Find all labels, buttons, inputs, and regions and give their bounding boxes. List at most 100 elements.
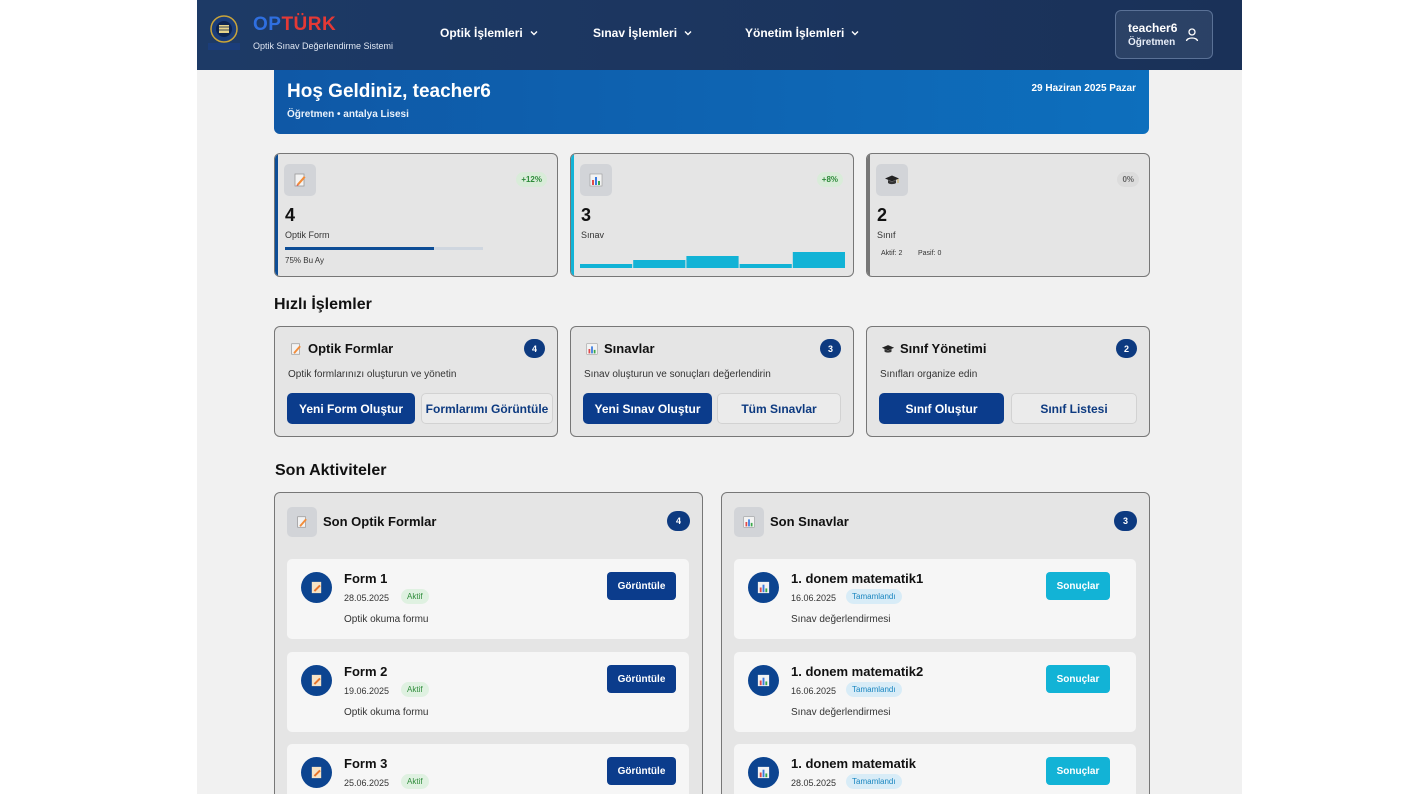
quick-card-title-text: Sınıf Yönetimi [900, 341, 987, 356]
graduation-cap-icon [876, 164, 908, 196]
pencil-form-icon [291, 342, 301, 355]
quick-card-desc: Optik formlarınızı oluşturun ve yönetin [288, 369, 457, 380]
nav-sinav-islemleri[interactable]: Sınav İşlemleri [593, 26, 693, 40]
pencil-form-icon [287, 507, 317, 537]
user-menu-button[interactable]: teacher6 Öğretmen [1115, 10, 1213, 59]
mini-bar [580, 264, 633, 268]
class-list-button[interactable]: Sınıf Listesi [1011, 393, 1137, 424]
progress-label: 75% Bu Ay [285, 256, 324, 265]
status-badge: Tamamlandı [846, 682, 902, 697]
item-name: Form 2 [344, 664, 388, 679]
list-item: Form 1 28.05.2025 Aktif Optik okuma form… [287, 559, 689, 639]
user-icon [1185, 28, 1199, 42]
quick-card-title-text: Sınavlar [604, 341, 655, 356]
logo-turk-text: TÜRK [281, 14, 337, 35]
quick-card-desc: Sınav oluşturun ve sonuçları değerlendir… [584, 369, 771, 380]
results-button[interactable]: Sonuçlar [1046, 665, 1110, 693]
app-shell: OPTÜRK Optik Sınav Değerlendirme Sistemi… [197, 0, 1242, 794]
item-desc: Sınav değerlendirmesi [791, 707, 891, 718]
progress-bar [285, 247, 483, 250]
item-date: 25.06.2025 [344, 778, 390, 788]
current-date: 29 Haziran 2025 Pazar [1031, 83, 1136, 94]
mini-bar [686, 256, 739, 268]
list-item: Form 3 25.06.2025 Aktif Görüntüle [287, 744, 689, 794]
item-date: 16.06.2025 [791, 686, 837, 696]
user-role: Öğretmen [1128, 37, 1176, 48]
new-form-button[interactable]: Yeni Form Oluştur [287, 393, 415, 424]
active-count: Aktif: 2 [881, 250, 903, 257]
bar-chart-icon [748, 665, 779, 696]
count-badge: 4 [524, 339, 545, 358]
nav-optik-islemleri[interactable]: Optik İşlemleri [440, 26, 539, 40]
count-badge: 3 [820, 339, 841, 358]
results-button[interactable]: Sonuçlar [1046, 572, 1110, 600]
view-form-button[interactable]: Görüntüle [607, 757, 676, 785]
results-button[interactable]: Sonuçlar [1046, 757, 1110, 785]
stat-label: Sınav [581, 230, 605, 240]
quick-card-optik-formlar: Optik Formlar 4 Optik formlarınızı oluşt… [274, 326, 558, 437]
top-navbar: OPTÜRK Optik Sınav Değerlendirme Sistemi… [197, 0, 1242, 70]
recent-forms-panel: Son Optik Formlar 4 Form 1 28.05.2025 Ak… [274, 492, 703, 794]
user-name: teacher6 [1128, 21, 1178, 35]
nav-label: Yönetim İşlemleri [745, 26, 845, 40]
welcome-subtitle: Öğretmen • antalya Lisesi [287, 109, 409, 120]
form-document-icon [301, 665, 332, 696]
chevron-down-icon [851, 31, 859, 36]
item-name: 1. donem matematik2 [791, 664, 924, 679]
quick-card-desc: Sınıfları organize edin [880, 369, 978, 380]
status-badge: Tamamlandı [846, 774, 902, 789]
graduation-cap-icon [881, 344, 895, 353]
logo-subtitle: Optik Sınav Değerlendirme Sistemi [253, 41, 394, 51]
card-accent [867, 154, 870, 276]
status-badge: Aktif [401, 774, 429, 789]
stat-value: 2 [877, 205, 888, 225]
card-accent [275, 154, 278, 276]
welcome-title: Hoş Geldiniz, teacher6 [287, 81, 491, 102]
nav-label: Optik İşlemleri [440, 26, 523, 40]
passive-count: Pasif: 0 [918, 250, 942, 257]
stat-label: Optik Form [285, 230, 330, 240]
stat-label: Sınıf [877, 230, 896, 240]
bar-chart-icon [748, 572, 779, 603]
view-forms-button[interactable]: Formlarımı Görüntüle [421, 393, 553, 424]
list-item: Form 2 19.06.2025 Aktif Optik okuma form… [287, 652, 689, 732]
bar-chart-icon [734, 507, 764, 537]
quick-card-sinif-yonetimi: Sınıf Yönetimi 2 Sınıfları organize edin… [866, 326, 1150, 437]
item-desc: Optik okuma formu [344, 614, 429, 625]
bar-chart-icon [580, 164, 612, 196]
quick-card-title: Sınıf Yönetimi [881, 341, 986, 356]
card-accent [571, 154, 574, 276]
list-item: 1. donem matematik2 16.06.2025 Tamamland… [734, 652, 1136, 732]
quick-card-sinavlar: Sınavlar 3 Sınav oluşturun ve sonuçları … [570, 326, 854, 437]
view-form-button[interactable]: Görüntüle [607, 572, 676, 600]
chevron-down-icon [684, 31, 692, 36]
new-exam-button[interactable]: Yeni Sınav Oluştur [583, 393, 712, 424]
count-badge: 4 [667, 511, 690, 531]
quick-actions-title: Hızlı İşlemler [274, 296, 372, 313]
item-name: 1. donem matematik1 [791, 571, 924, 586]
item-name: 1. donem matematik [791, 756, 916, 771]
mini-bar [633, 260, 686, 268]
logo-title[interactable]: OPTÜRK [253, 14, 336, 36]
bar-chart-icon [586, 342, 598, 355]
quick-card-title: Optik Formlar [289, 341, 393, 356]
trend-badge: +12% [516, 172, 547, 187]
status-badge: Aktif [401, 682, 429, 697]
count-badge: 3 [1114, 511, 1137, 531]
nav-label: Sınav İşlemleri [593, 26, 678, 40]
trend-badge: +8% [816, 172, 843, 187]
create-class-button[interactable]: Sınıf Oluştur [879, 393, 1004, 424]
panel-title: Son Optik Formlar [323, 514, 437, 529]
pencil-form-icon [284, 164, 316, 196]
nav-yonetim-islemleri[interactable]: Yönetim İşlemleri [745, 26, 860, 40]
item-name: Form 3 [344, 756, 388, 771]
list-item: 1. donem matematik1 16.06.2025 Tamamland… [734, 559, 1136, 639]
mini-bar [792, 252, 845, 268]
logo-emblem-icon[interactable] [206, 14, 242, 52]
view-form-button[interactable]: Görüntüle [607, 665, 676, 693]
stat-card-sinif: 0% 2 Sınıf Aktif: 2 Pasif: 0 [866, 153, 1150, 277]
all-exams-button[interactable]: Tüm Sınavlar [717, 393, 841, 424]
recent-exams-panel: Son Sınavlar 3 1. donem matematik1 16.06… [721, 492, 1150, 794]
stat-value: 3 [581, 205, 592, 225]
mini-bar-chart [580, 252, 845, 268]
